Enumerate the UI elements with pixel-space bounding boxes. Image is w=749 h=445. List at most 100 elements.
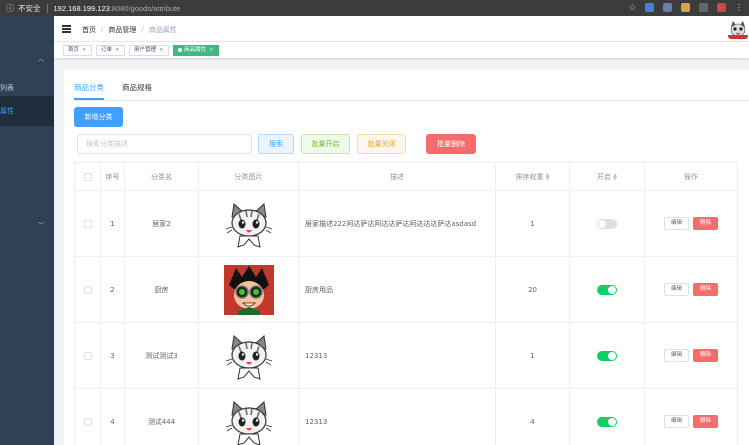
search-input[interactable] bbox=[77, 134, 252, 154]
url-field[interactable]: 192.168.199.123:8080/goods/attribute bbox=[54, 4, 181, 13]
cell-image bbox=[198, 388, 299, 445]
select-all-checkbox[interactable] bbox=[83, 172, 92, 181]
breadcrumb-separator: / bbox=[101, 25, 104, 33]
cell-desc: 厨房用品 bbox=[298, 256, 496, 323]
select-all-cell bbox=[74, 162, 101, 191]
edit-button[interactable]: 编辑 bbox=[663, 217, 689, 230]
sidebar-item-attribute[interactable]: 属性 bbox=[0, 96, 54, 126]
batch-delete-button[interactable]: 批量删除 bbox=[426, 134, 476, 154]
row-select-cell bbox=[74, 322, 101, 389]
tab-divider bbox=[74, 100, 749, 101]
cell-name: 测试444 bbox=[124, 388, 199, 445]
cell-enabled bbox=[569, 322, 645, 389]
url-host: 192.168.199.123 bbox=[53, 3, 110, 13]
hamburger-menu-icon[interactable] bbox=[62, 25, 71, 33]
extension-icon[interactable] bbox=[717, 3, 726, 12]
table-row: 1 居家2 居家描述222阿达萨达阿达达萨达阿达达达萨达asdasd 1 编辑 … bbox=[74, 190, 738, 257]
delete-button[interactable]: 删除 bbox=[693, 415, 719, 428]
sidebar-item-orders[interactable] bbox=[0, 156, 54, 186]
breadcrumb-home[interactable]: 首页 bbox=[82, 25, 96, 35]
cell-index: 2 bbox=[100, 256, 125, 323]
tag-home[interactable]: 首页 × bbox=[63, 45, 92, 56]
tabs: 商品分类 商品规格 bbox=[74, 82, 152, 100]
header-enabled-label: 开启 bbox=[597, 172, 612, 181]
row-checkbox[interactable] bbox=[83, 285, 92, 294]
extension-icon[interactable] bbox=[663, 3, 672, 12]
add-category-button[interactable]: 新增分类 bbox=[74, 107, 123, 127]
header-weight-label: 排序权重 bbox=[515, 172, 544, 181]
enabled-switch[interactable] bbox=[597, 416, 617, 427]
enabled-switch[interactable] bbox=[597, 350, 617, 361]
edit-button[interactable]: 编辑 bbox=[663, 415, 689, 428]
info-icon[interactable]: ⓘ bbox=[6, 3, 14, 14]
row-select-cell bbox=[74, 388, 101, 445]
header-ops: 操作 bbox=[644, 162, 738, 191]
cell-ops: 编辑 删除 bbox=[644, 388, 738, 445]
tag-orders[interactable]: 订单 × bbox=[96, 45, 125, 56]
table-header-row: 序号 分类名 分类图片 描述 排序权重 ▲ ▼ 开启 ▲ ▼ 操作 bbox=[74, 162, 738, 191]
browser-actions: ☆ ⋮ bbox=[629, 3, 743, 12]
close-icon[interactable]: × bbox=[159, 47, 164, 53]
breadcrumb-separator: / bbox=[141, 25, 144, 33]
row-checkbox[interactable] bbox=[83, 351, 92, 360]
header-name: 分类名 bbox=[124, 162, 199, 191]
top-navbar: 首页 / 商品管理 / 商品属性 bbox=[54, 16, 749, 42]
row-checkbox[interactable] bbox=[83, 219, 92, 228]
sidebar-item-label: 属性 bbox=[0, 107, 14, 115]
sidebar: ︿ 列表 属性 ﹀ bbox=[0, 16, 54, 445]
sort-caret-icon[interactable]: ▲ ▼ bbox=[613, 172, 617, 181]
cell-enabled bbox=[569, 190, 645, 257]
batch-open-button[interactable]: 批量开启 bbox=[301, 134, 350, 154]
cell-index: 3 bbox=[100, 322, 125, 389]
close-icon[interactable]: × bbox=[209, 47, 214, 53]
cell-ops: 编辑 删除 bbox=[644, 256, 738, 323]
header-weight[interactable]: 排序权重 ▲ ▼ bbox=[495, 162, 570, 191]
row-checkbox[interactable] bbox=[83, 417, 92, 426]
delete-button[interactable]: 删除 bbox=[693, 217, 719, 230]
tag-users[interactable]: 用户管理 × bbox=[129, 45, 169, 56]
cell-weight: 1 bbox=[495, 322, 570, 389]
cell-weight: 1 bbox=[495, 190, 570, 257]
delete-button[interactable]: 删除 bbox=[693, 349, 719, 362]
tab-category[interactable]: 商品分类 bbox=[74, 82, 104, 100]
divider bbox=[46, 3, 48, 13]
batch-close-button[interactable]: 批量关闭 bbox=[357, 134, 406, 154]
edit-button[interactable]: 编辑 bbox=[663, 283, 689, 296]
delete-button[interactable]: 删除 bbox=[693, 283, 719, 296]
menu-more-icon[interactable]: ⋮ bbox=[735, 3, 743, 12]
table-row: 4 测试444 12313 4 编辑 删除 bbox=[74, 388, 738, 445]
sort-caret-icon[interactable]: ▲ ▼ bbox=[546, 172, 550, 181]
cell-desc: 12313 bbox=[298, 388, 496, 445]
extension-icon[interactable] bbox=[699, 3, 708, 12]
tag-attribute[interactable]: 商品属性 × bbox=[173, 45, 219, 56]
tag-label: 商品属性 bbox=[184, 47, 207, 53]
table-row: 2 厨房 厨房用品 20 编辑 删除 bbox=[74, 256, 738, 323]
search-button[interactable]: 搜索 bbox=[258, 134, 294, 154]
close-icon[interactable]: × bbox=[82, 47, 87, 53]
edit-button[interactable]: 编辑 bbox=[663, 349, 689, 362]
tag-label: 用户管理 bbox=[134, 47, 157, 53]
sidebar-item-goods[interactable]: ︿ bbox=[0, 46, 54, 76]
insecure-label: 不安全 bbox=[18, 3, 41, 13]
table-row: 3 测试测试3 12313 1 编辑 删除 bbox=[74, 322, 738, 389]
tags-view: 首页 × 订单 × 用户管理 × 商品属性 × bbox=[54, 42, 749, 59]
avatar[interactable] bbox=[728, 19, 748, 39]
cell-index: 1 bbox=[100, 190, 125, 257]
tab-spec[interactable]: 商品规格 bbox=[122, 82, 152, 100]
header-enabled[interactable]: 开启 ▲ ▼ bbox=[569, 162, 645, 191]
chevron-up-icon: ︿ bbox=[38, 56, 45, 63]
enabled-switch[interactable] bbox=[597, 218, 617, 229]
close-icon[interactable]: × bbox=[115, 47, 120, 53]
cell-ops: 编辑 删除 bbox=[644, 322, 738, 389]
sidebar-item-users[interactable]: ﹀ bbox=[0, 212, 54, 242]
bookmark-star-icon[interactable]: ☆ bbox=[629, 3, 636, 12]
cell-weight: 20 bbox=[495, 256, 570, 323]
enabled-switch[interactable] bbox=[597, 284, 617, 295]
cell-enabled bbox=[569, 388, 645, 445]
chevron-down-icon: ﹀ bbox=[38, 222, 45, 229]
breadcrumb-goods[interactable]: 商品管理 bbox=[108, 25, 136, 35]
active-dot-icon bbox=[178, 47, 182, 52]
tag-label: 首页 bbox=[68, 47, 80, 53]
extension-icon[interactable] bbox=[645, 3, 654, 12]
extension-icon[interactable] bbox=[681, 3, 690, 12]
